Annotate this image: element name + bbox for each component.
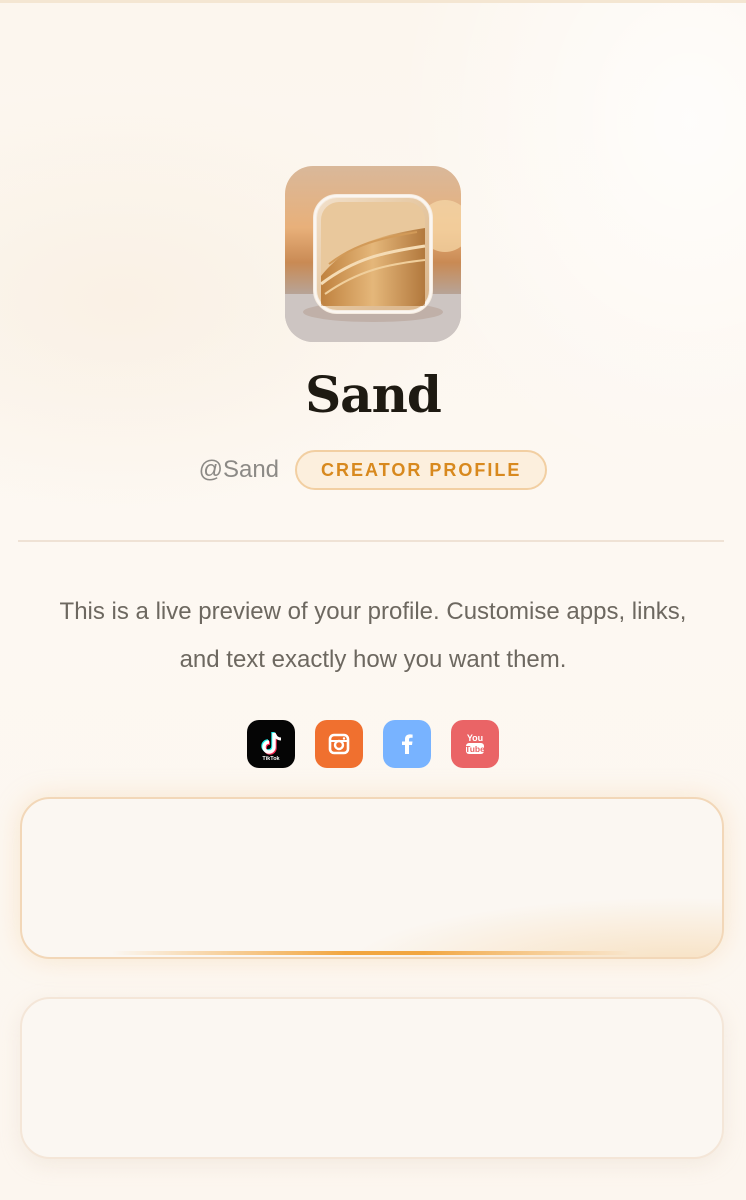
profile-bio: This is a live preview of your profile. … <box>59 598 687 673</box>
tiktok-icon-label: TikTok <box>262 756 280 762</box>
tiktok-icon[interactable]: TikTok <box>247 720 295 768</box>
handle-row: @Sand CREATOR PROFILE <box>0 448 746 492</box>
profile-handle: @Sand <box>198 456 280 483</box>
link-card-2[interactable] <box>20 997 724 1159</box>
card-sheen <box>342 897 722 957</box>
top-border <box>0 0 746 3</box>
youtube-icon[interactable]: You Tube <box>451 720 499 768</box>
creator-profile-badge: CREATOR PROFILE <box>295 450 548 490</box>
profile-avatar <box>285 166 461 342</box>
instagram-icon[interactable] <box>315 720 363 768</box>
facebook-icon[interactable] <box>383 720 431 768</box>
card-accent-bar <box>112 951 632 955</box>
divider <box>18 540 724 542</box>
link-card-1[interactable] <box>20 797 724 959</box>
profile-name: Sand <box>305 365 442 424</box>
youtube-icon-label-tube: Tube <box>465 744 485 754</box>
social-links: TikTok You Tube <box>247 720 499 768</box>
youtube-icon-label-you: You <box>467 733 483 743</box>
